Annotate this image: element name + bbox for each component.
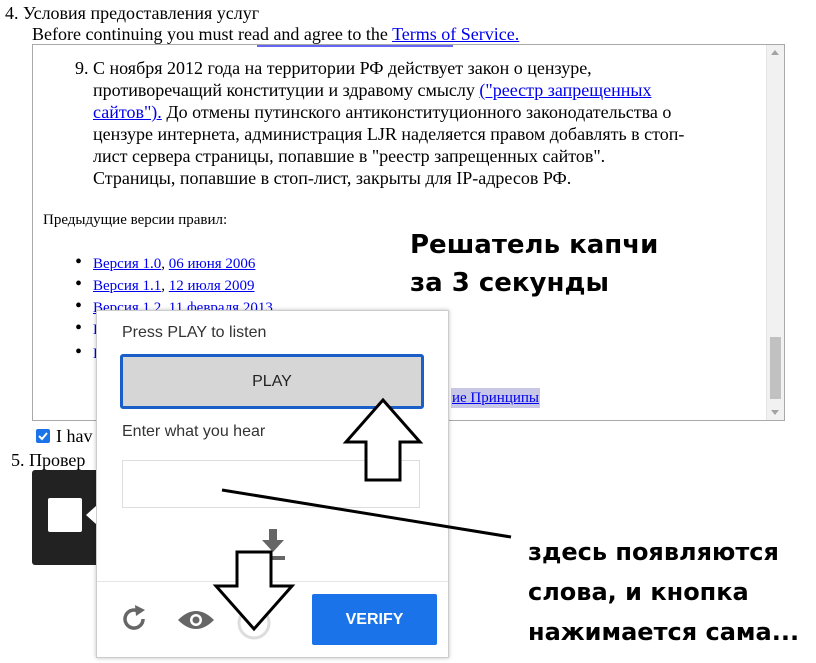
tos-intro-text: Before continuing you must read and agre… (32, 24, 393, 44)
loading-spinner-icon (237, 606, 271, 640)
annotation-note: здесь появляются слова, и кнопка нажимае… (528, 532, 799, 652)
version-date-link[interactable]: 12 июля 2009 (169, 278, 255, 294)
annotation-note-line3: нажимается сама... (528, 618, 800, 646)
annotation-title-line2: за 3 секунды (410, 268, 609, 298)
version-link[interactable]: Версия 1.0 (93, 256, 161, 272)
tos-item-9-line4: цензуре интернета, администрация LJR над… (93, 124, 685, 144)
checkmark-icon (38, 432, 48, 441)
tos-item-9: С ноября 2012 года на территории РФ дейс… (93, 57, 763, 189)
tos-item-9-line2: противоречащий конституции и здравому см… (93, 80, 652, 100)
section-5-heading: 5. Провер (11, 450, 86, 470)
version-item: Версия 1.1, 12 июля 2009 (75, 274, 255, 296)
captcha-answer-input[interactable] (122, 460, 420, 508)
clipped-link-underline (257, 45, 453, 47)
principles-link[interactable]: ие Принципы (452, 390, 539, 406)
annotation-note-line2: слова, и кнопка (528, 578, 749, 606)
terms-of-service-link[interactable]: Terms of Service. (392, 24, 519, 44)
popup-pointer (86, 506, 96, 524)
agree-label: I hav (56, 426, 93, 446)
eye-icon[interactable] (176, 608, 216, 632)
tos-clipped-line (93, 45, 253, 53)
agree-row: I hav (36, 425, 92, 447)
verify-button[interactable]: VERIFY (312, 594, 437, 645)
captcha-checkbox[interactable] (48, 498, 82, 532)
tos-scrollbar[interactable] (766, 45, 784, 420)
tos-item-9-number: 9. (75, 58, 89, 78)
annotation-title-line1: Решатель капчи (410, 230, 659, 260)
play-button[interactable]: PLAY (120, 354, 424, 409)
download-icon[interactable] (260, 529, 286, 563)
tos-intro: Before continuing you must read and agre… (32, 23, 519, 45)
tos-item-9-line1: С ноября 2012 года на территории РФ дейс… (93, 58, 592, 78)
captcha-footer-divider (97, 581, 448, 582)
annotation-title: Решатель капчи за 3 секунды (410, 226, 658, 302)
section-4-heading: 4. Условия предоставления услуг (5, 3, 260, 23)
agree-checkbox[interactable] (36, 429, 50, 443)
version-item: Версия 1.0, 06 июня 2006 (75, 252, 256, 274)
scroll-thumb[interactable] (770, 337, 781, 399)
registry-link-cont[interactable]: сайтов"). (93, 102, 162, 122)
enter-label: Enter what you hear (122, 423, 266, 440)
tos-item-9-line6: Страницы, попавшие в стоп-лист, закрыты … (93, 168, 572, 188)
version-date-link[interactable]: 06 июня 2006 (169, 256, 256, 272)
principles-link-box[interactable]: ие Принципы (451, 388, 540, 408)
reload-icon[interactable] (119, 604, 149, 634)
tos-item-9-line3: сайтов"). До отмены путинского антиконст… (93, 102, 672, 122)
audio-captcha-popup: Press PLAY to listen PLAY Enter what you… (96, 310, 449, 658)
captcha-prompt: Press PLAY to listen (122, 324, 267, 341)
tos-item-9-line5: лист сервера страницы, попавшие в "реест… (93, 146, 606, 166)
registry-link[interactable]: ("реестр запрещенных (479, 80, 651, 100)
version-link[interactable]: Версия 1.1 (93, 278, 161, 294)
scroll-up-arrow-icon[interactable] (771, 50, 779, 55)
annotation-note-line1: здесь появляются (528, 538, 779, 566)
prev-versions-label: Предыдущие версии правил: (43, 212, 228, 228)
scroll-down-arrow-icon[interactable] (771, 410, 779, 415)
